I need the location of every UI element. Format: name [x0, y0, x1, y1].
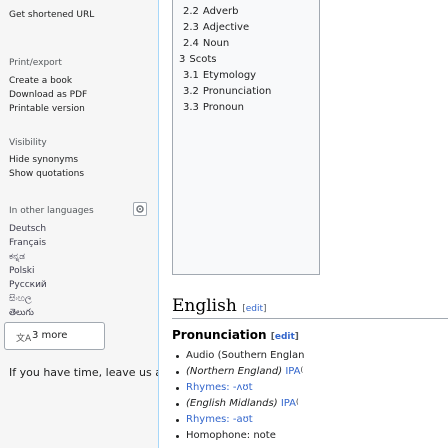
visibility-heading: Visibility	[9, 138, 47, 148]
toc-item-pronoun[interactable]: 3.3 Pronoun	[183, 102, 244, 113]
toc-item-scots[interactable]: 3 Scots	[179, 54, 216, 65]
more-languages-label: 3 more	[32, 330, 68, 341]
language-link-sinhala[interactable]: සිංහල	[9, 294, 32, 304]
toc-item-pronunciation[interactable]: 3.2 Pronunciation	[183, 86, 271, 97]
ipa-link-2[interactable]: IPA	[281, 398, 296, 409]
create-book-link[interactable]: Create a book	[9, 76, 72, 86]
more-languages-button[interactable]: 文A 3 more	[4, 322, 105, 350]
language-link-telugu[interactable]: తెలుగు	[9, 308, 34, 320]
language-link-deutsch[interactable]: Deutsch	[9, 224, 46, 234]
translate-icon: 文A	[16, 334, 32, 344]
rhyme-value-2[interactable]: -aʊt	[233, 414, 253, 425]
heading-divider	[172, 318, 448, 319]
ipa-link[interactable]: IPA	[285, 366, 300, 377]
rhyme-value-1[interactable]: -ʌʊt	[233, 382, 253, 393]
audio-item[interactable]: Audio (Southern Englan	[175, 350, 304, 361]
rhymes-item-2: Rhymes: -aʊt	[176, 414, 253, 425]
show-quotations-link[interactable]: Show quotations	[9, 169, 84, 179]
toc-item-etymology[interactable]: 3.1 Etymology	[183, 70, 256, 81]
language-link-francais[interactable]: Français	[9, 238, 46, 248]
language-link-polski[interactable]: Polski	[9, 266, 35, 276]
feedback-prompt: If you have time, leave us a	[9, 366, 162, 379]
other-languages-heading: In other languages	[9, 206, 94, 216]
toc-item-adverb[interactable]: 2.2 Adverb	[183, 6, 238, 17]
ipa-northern-item: (Northern England) IPA(	[175, 366, 304, 377]
toc-item-adjective[interactable]: 2.3 Adjective	[183, 22, 249, 33]
table-of-contents: 2.2 Adverb 2.3 Adjective 2.4 Noun 3 Scots 3.…	[172, 0, 320, 275]
get-shortened-url-link[interactable]: Get shortened URL	[9, 10, 94, 20]
language-link-russian[interactable]: Русский	[9, 280, 47, 290]
section-heading-pronunciation: Pronunciation [edit]	[172, 328, 299, 342]
sidebar: Get shortened URL Print/export Create a …	[0, 0, 162, 448]
edit-section-english[interactable]: [edit]	[242, 304, 266, 314]
toc-item-noun[interactable]: 2.4 Noun	[183, 38, 229, 49]
ipa-midlands-item: (English Midlands) IPA(	[176, 398, 299, 409]
printable-version-link[interactable]: Printable version	[9, 104, 85, 114]
homophone-item[interactable]: Homophone: note	[176, 430, 276, 441]
rhymes-item-1: Rhymes: -ʌʊt	[176, 382, 253, 393]
download-pdf-link[interactable]: Download as PDF	[9, 90, 87, 100]
section-heading-english: English [edit]	[172, 296, 267, 316]
hide-synonyms-link[interactable]: Hide synonyms	[9, 155, 78, 165]
language-settings-icon[interactable]	[133, 202, 147, 216]
rhymes-link-1[interactable]: Rhymes:	[186, 382, 230, 393]
rhymes-link-2[interactable]: Rhymes:	[186, 414, 230, 425]
printexport-heading: Print/export	[9, 58, 62, 68]
edit-section-pronunciation[interactable]: [edit]	[271, 332, 299, 342]
language-link-kannada[interactable]: ಕನ್ನಡ	[9, 252, 25, 262]
